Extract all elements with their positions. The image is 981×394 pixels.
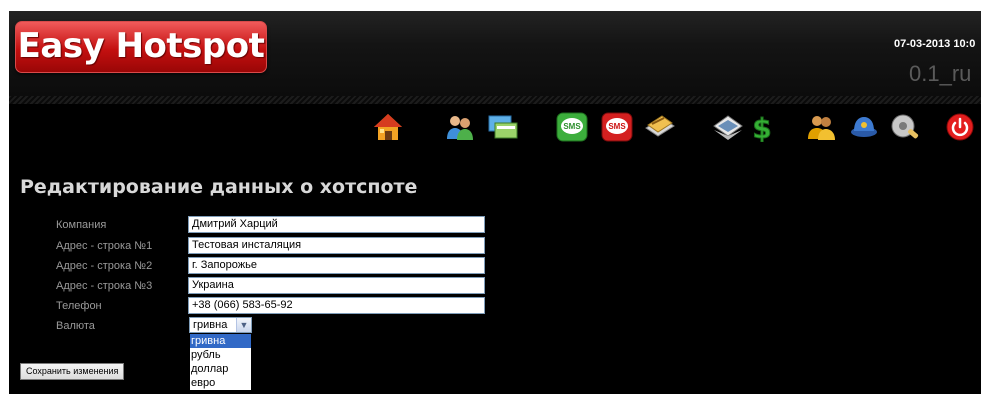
address2-label: Адрес - строка №2 (56, 260, 153, 272)
currency-select[interactable]: гривна ▼ (189, 317, 252, 333)
company-label: Компания (56, 219, 107, 231)
power-icon[interactable] (944, 112, 976, 142)
address2-input[interactable]: г. Запорожье (188, 257, 485, 274)
currency-selected-value: гривна (193, 319, 228, 331)
save-button[interactable]: Сохранить изменения (20, 363, 125, 380)
currency-option[interactable]: евро (190, 376, 251, 390)
currency-label: Валюта (56, 320, 95, 332)
datetime: 07-03-2013 10:0 (894, 38, 976, 50)
app-frame: Easy Hotspot 07-03-2013 10:0 0.1_ru SMS … (9, 11, 981, 394)
version-label: 0.1_ru (909, 61, 972, 86)
address3-label: Адрес - строка №3 (56, 280, 153, 292)
phone-label: Телефон (56, 300, 102, 312)
vouchers-icon[interactable] (712, 112, 744, 142)
toolbar: SMS SMS $ (9, 104, 981, 149)
currency-option[interactable]: доллар (190, 362, 251, 376)
svg-text:SMS: SMS (608, 122, 626, 131)
cards-icon[interactable] (487, 112, 519, 142)
company-input[interactable]: Дмитрий Харций (188, 216, 485, 233)
currency-options-list: гривна рубль доллар евро (189, 333, 252, 391)
header-divider (9, 96, 981, 104)
address1-input[interactable]: Тестовая инсталяция (188, 237, 485, 254)
money-icon[interactable]: $ (746, 112, 778, 142)
users-icon[interactable] (444, 112, 476, 142)
svg-text:SMS: SMS (563, 122, 581, 131)
phone-input[interactable]: +38 (066) 583-65-92 (188, 297, 485, 314)
sms-red-icon[interactable]: SMS (601, 112, 633, 142)
page-title: Редактирование данных о хотспоте (20, 176, 418, 198)
address3-input[interactable]: Украина (188, 277, 485, 294)
sms-green-icon[interactable]: SMS (556, 112, 588, 142)
svg-text:$: $ (752, 112, 771, 142)
currency-option[interactable]: рубль (190, 348, 251, 362)
currency-option[interactable]: гривна (190, 334, 251, 348)
guard-icon[interactable] (848, 112, 880, 142)
settings-icon[interactable] (889, 112, 921, 142)
chevron-down-icon[interactable]: ▼ (236, 318, 251, 332)
group-icon[interactable] (805, 112, 837, 142)
credit-card-icon[interactable] (644, 112, 676, 142)
home-icon[interactable] (372, 112, 404, 142)
app-logo[interactable]: Easy Hotspot (15, 21, 267, 73)
address1-label: Адрес - строка №1 (56, 240, 153, 252)
header: Easy Hotspot 07-03-2013 10:0 0.1_ru (9, 11, 981, 96)
